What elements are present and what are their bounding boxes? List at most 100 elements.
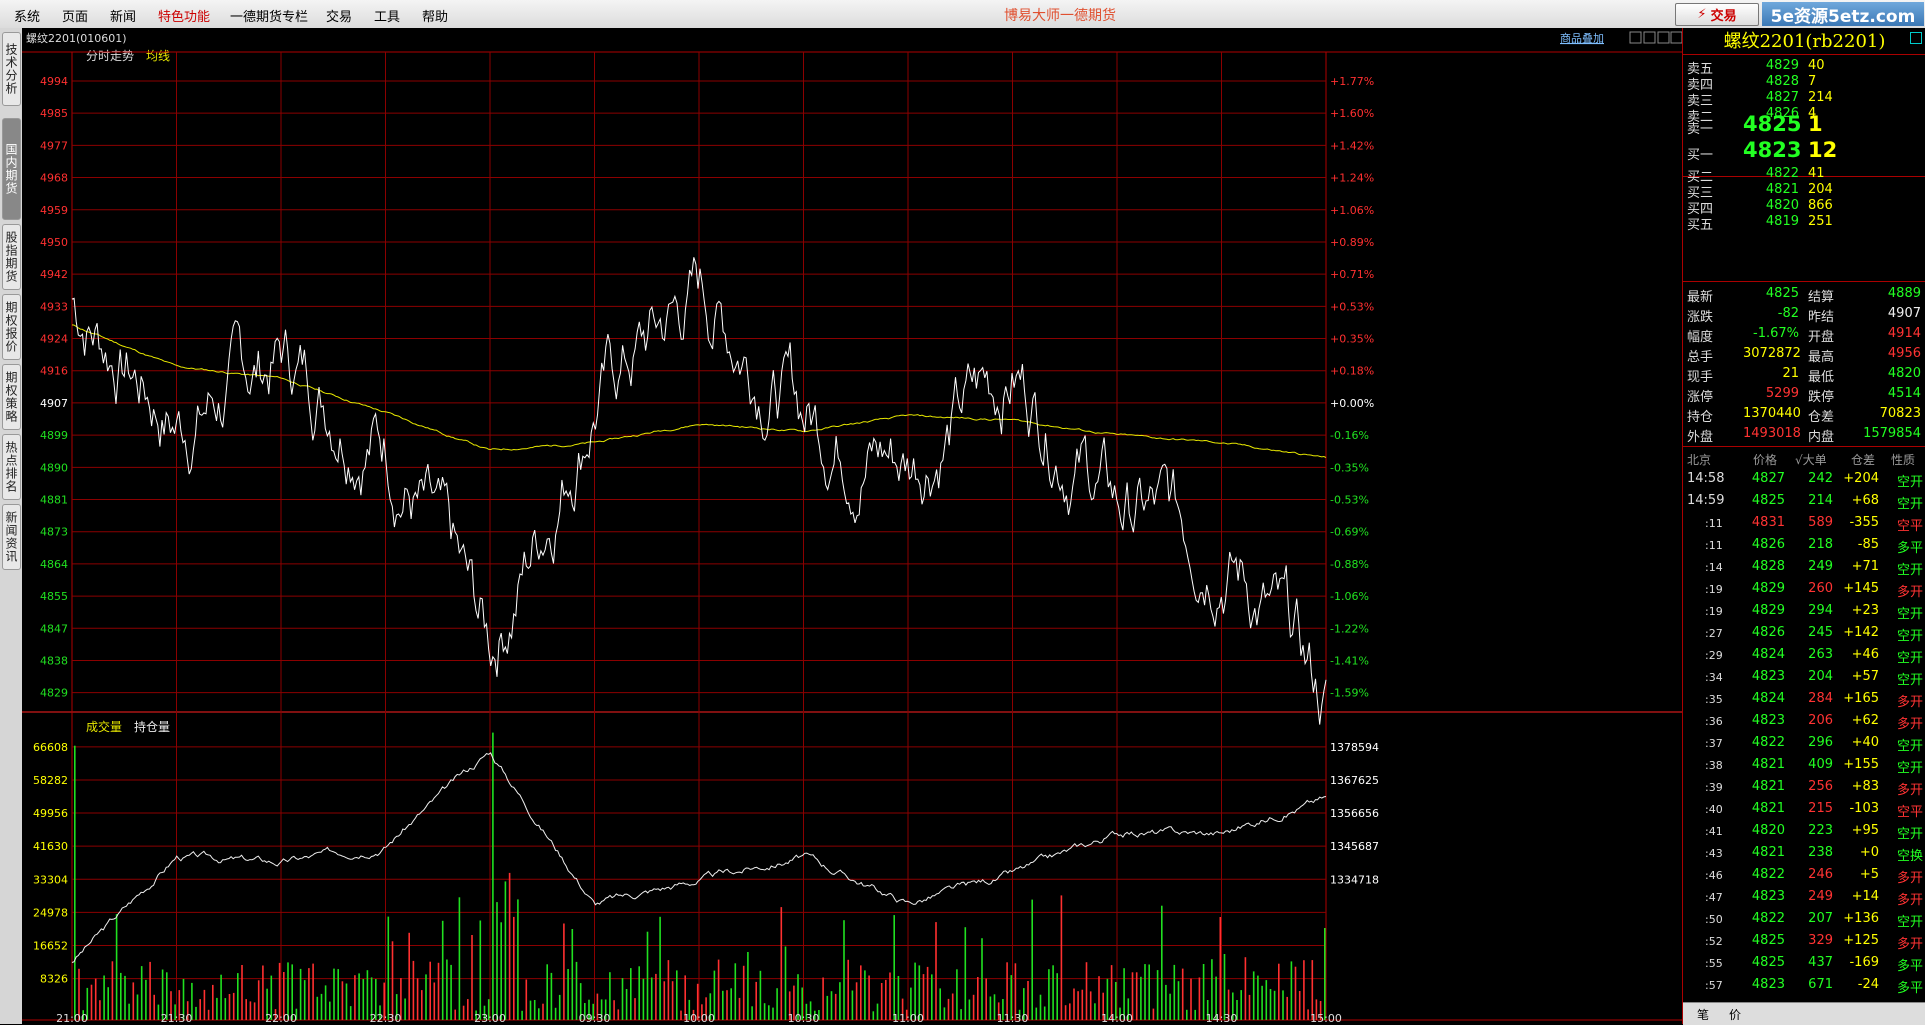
stat-value: 4914 [1887,326,1921,341]
intraday-chart[interactable]: 螺纹2201(010601) 商品叠加 分时走势 均线 成交量 持仓量 4994… [22,28,1682,1024]
stat-value: 3072872 [1743,346,1801,361]
commodity-overlay-link[interactable]: 商品叠加 [1560,31,1604,45]
tick-row[interactable]: :41 4820 223 +95 空开 [1683,820,1925,842]
volume-bar [362,979,365,1020]
volume-bar [471,935,473,1020]
tab-hot-ranking[interactable]: 热点排名 [2,434,21,500]
volume-bar [872,1011,875,1020]
tick-row[interactable]: :11 4831 589 -355 空平 [1683,512,1925,534]
volume-bar [1211,959,1213,1020]
time-tick-label: 21:30 [161,1012,193,1024]
volume-bar [1290,961,1293,1020]
menu-trade[interactable]: 交易 [326,6,352,25]
volume-bar [730,988,732,1020]
tick-row[interactable]: :35 4824 284 +165 多开 [1683,688,1925,710]
volume-bar [868,975,870,1020]
volume-bar [1098,976,1100,1020]
menu-page[interactable]: 页面 [62,6,88,25]
menu-tools[interactable]: 工具 [374,6,400,25]
tick-row[interactable]: :37 4822 296 +40 空开 [1683,732,1925,754]
bid-volume: 251 [1808,214,1833,229]
price-tick-label: 4924 [40,333,68,346]
volume-bar [1240,990,1242,1020]
price-tick-label: 4847 [40,622,68,635]
stat-label: 昨结 [1808,310,1835,325]
volume-bar [1244,957,1247,1020]
tick-row[interactable]: 14:58 4827 242 +204 空开 [1683,468,1925,490]
stat-row: 涨停 5299 跌停 4514 [1683,384,1925,405]
tick-row[interactable]: :40 4821 215 -103 空平 [1683,798,1925,820]
tab-by-trade[interactable]: 笔 [1697,1006,1709,1023]
tick-row[interactable]: :38 4821 409 +155 空开 [1683,754,1925,776]
tick-row[interactable]: :36 4823 206 +62 多开 [1683,710,1925,732]
tick-row[interactable]: :34 4823 204 +57 空开 [1683,666,1925,688]
tick-row[interactable]: :50 4822 207 +136 空开 [1683,908,1925,930]
left-sidebar: 技术分析 国内期货 股指期货 期权报价 期权策略 热点排名 新闻资讯 [0,28,23,1024]
volume-bar [834,993,837,1020]
tick-volume: 249 [1808,889,1833,904]
tick-nature: 空平 [1896,805,1923,820]
tab-option-quotes[interactable]: 期权报价 [2,294,21,360]
volume-bar [638,966,640,1020]
tick-row[interactable]: 14:59 4825 214 +68 空开 [1683,490,1925,512]
volume-bar [1144,964,1146,1020]
trade-button[interactable]: ⚡ 交易 [1675,3,1759,26]
ask-row[interactable]: 卖一 4825 1 [1683,112,1925,137]
price-tick-label: 4942 [40,268,68,281]
volume-bar [157,1004,160,1020]
tick-volume: 294 [1808,603,1833,618]
menu-features[interactable]: 特色功能 [158,6,210,25]
percent-tick-label: -0.16% [1330,429,1369,442]
tab-index-futures[interactable]: 股指期货 [2,224,21,290]
quote-title: 螺纹2201(rb2201) [1683,28,1925,52]
volume-bar [960,1009,962,1020]
tab-domestic-futures[interactable]: 国内期货 [2,118,21,220]
tick-row[interactable]: :46 4822 246 +5 多开 [1683,864,1925,886]
ask-price: 4825 [1743,112,1802,136]
tick-price: 4821 [1751,801,1785,816]
volume-tick-label: 66608 [33,741,68,754]
col-volume[interactable]: √大单 [1795,451,1827,468]
menu-news[interactable]: 新闻 [110,6,136,25]
tab-option-strategy[interactable]: 期权策略 [2,364,21,430]
stat-value: 4889 [1887,286,1921,301]
volume-bar [412,960,415,1020]
tick-row[interactable]: :29 4824 263 +46 空开 [1683,644,1925,666]
volume-bar [734,963,737,1020]
panel-toggle-icon[interactable] [1910,32,1922,44]
volume-bar [237,973,239,1020]
menu-help[interactable]: 帮助 [422,6,448,25]
tick-row[interactable]: :19 4829 294 +23 空开 [1683,600,1925,622]
percent-tick-label: -0.53% [1330,494,1369,507]
tick-row[interactable]: :11 4826 218 -85 多平 [1683,534,1925,556]
tab-by-price[interactable]: 价 [1729,1006,1741,1023]
tick-row[interactable]: :39 4821 256 +83 多开 [1683,776,1925,798]
volume-bar [625,989,628,1020]
menu-system[interactable]: 系统 [14,6,40,25]
volume-bar [500,922,502,1020]
volume-bar [1273,990,1276,1020]
bid-row[interactable]: 买五 4819 251 [1683,212,1925,233]
tab-technical-analysis[interactable]: 技术分析 [2,32,21,106]
tick-volume: 246 [1808,867,1833,882]
tick-row[interactable]: :43 4821 238 +0 空换 [1683,842,1925,864]
tick-row[interactable]: :27 4826 245 +142 空开 [1683,622,1925,644]
tick-row[interactable]: :47 4823 249 +14 多开 [1683,886,1925,908]
volume-bar [617,1009,620,1020]
tab-news-info[interactable]: 新闻资讯 [2,504,21,570]
menu-yide-column[interactable]: 一德期货专栏 [230,6,308,25]
tick-row[interactable]: :14 4828 249 +71 空开 [1683,556,1925,578]
volume-bar [663,981,666,1020]
tick-row[interactable]: :57 4823 671 -24 多平 [1683,974,1925,996]
tick-oi-change: +145 [1843,581,1879,596]
bid-row[interactable]: 买一 4823 12 [1683,138,1925,163]
tick-row[interactable]: :52 4825 329 +125 多开 [1683,930,1925,952]
tick-row[interactable]: :19 4829 260 +145 多开 [1683,578,1925,600]
tick-row[interactable]: :55 4825 437 -169 多平 [1683,952,1925,974]
tick-time: :50 [1705,913,1723,926]
volume-bar [1085,962,1088,1020]
volume-bar [421,990,423,1020]
tick-price: 4821 [1751,779,1785,794]
tick-time: :46 [1705,869,1723,882]
tick-table-header: 北京 价格 √大单 仓差 性质 [1683,448,1925,468]
